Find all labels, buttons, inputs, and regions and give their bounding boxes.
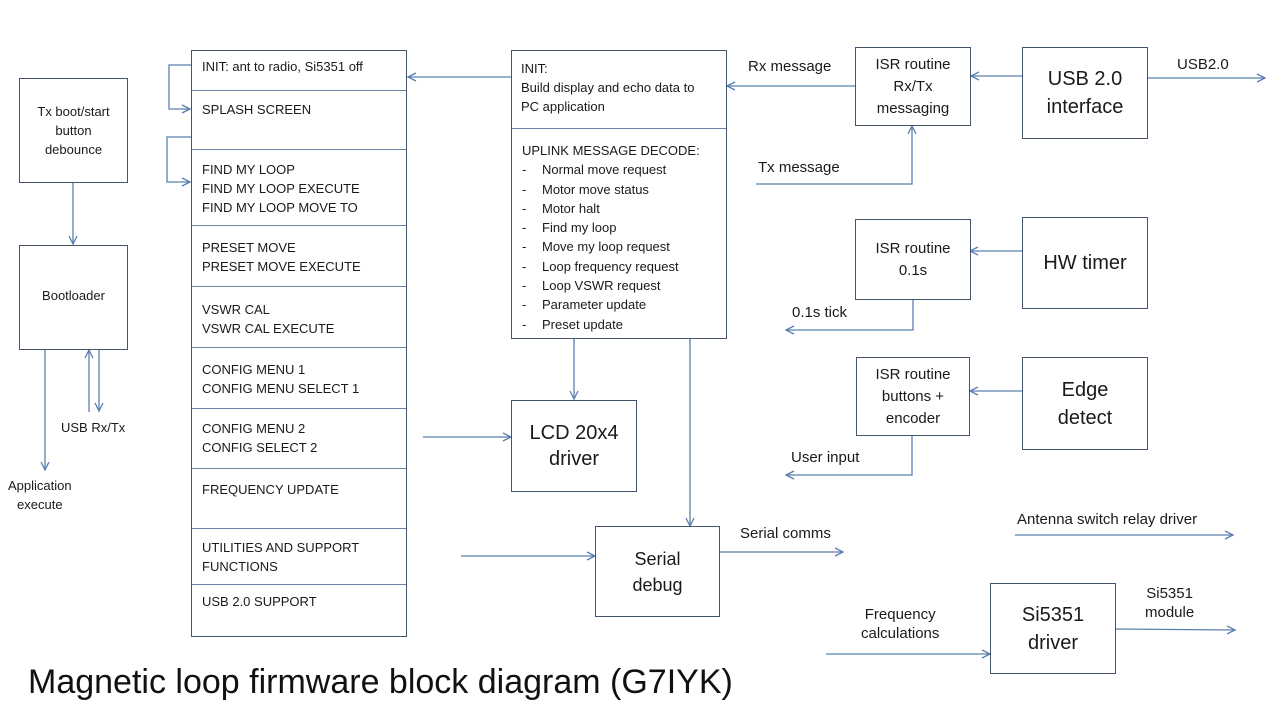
uplink-init-line-1: Build display and echo data to — [521, 80, 695, 95]
state-frequency-update: FREQUENCY UPDATE — [192, 468, 406, 528]
uplink-box: INIT: Build display and echo data to PC … — [511, 50, 727, 339]
frequency-line-2: calculations — [861, 625, 940, 642]
edge-line-1: Edge — [1061, 378, 1109, 401]
uplink-decode-title: UPLINK MESSAGE DECODE: — [522, 143, 700, 158]
bootloader-label: Bootloader — [42, 288, 105, 303]
state-splash-line: SPLASH SCREEN — [202, 102, 312, 117]
hw-timer-box: HW timer — [1022, 217, 1148, 309]
isr-buttons-line-3: encoder — [885, 409, 941, 427]
state-find-line-3: FIND MY LOOP MOVE TO — [202, 200, 358, 215]
state-preset-line-2: PRESET MOVE EXECUTE — [202, 259, 361, 274]
application-line-1: Application — [8, 478, 72, 493]
state-init-line: INIT: ant to radio, Si5351 off — [202, 59, 363, 74]
si5351-driver-box: Si5351 driver — [990, 583, 1116, 674]
application-line-2: execute — [17, 497, 63, 512]
lcd-line-1: LCD 20x4 — [529, 422, 619, 444]
state-utilities-line-1: UTILITIES AND SUPPORT — [202, 540, 360, 555]
isr-timer-line-1: ISR routine — [875, 239, 951, 257]
state-usb-line: USB 2.0 SUPPORT — [202, 594, 317, 609]
tick-label: 0.1s tick — [792, 304, 848, 321]
uplink-init-line-2: PC application — [521, 99, 605, 114]
edge-detect-box: Edge detect — [1022, 357, 1148, 450]
decode-item: - Move my loop request — [522, 239, 670, 255]
isr-rxtx-box: ISR routine Rx/Tx messaging — [855, 47, 971, 126]
frequency-calculations-label: Frequency calculations — [861, 605, 939, 643]
uplink-init-title: INIT: — [521, 61, 548, 76]
tx-boot-line-2: button — [55, 123, 92, 138]
arrow-splash-to-findloop — [166, 136, 191, 182]
state-usb-support: USB 2.0 SUPPORT — [192, 584, 406, 636]
bootloader-box: Bootloader — [19, 245, 128, 350]
isr-rxtx-line-3: messaging — [876, 99, 950, 117]
isr-timer-line-2: 0.1s — [898, 261, 928, 279]
state-vswr-line-1: VSWR CAL — [202, 302, 270, 317]
tx-boot-debounce-box: Tx boot/start button debounce — [19, 78, 128, 183]
usb-interface-line-2: interface — [1046, 96, 1124, 118]
arrow-si5351-module — [1115, 629, 1235, 630]
state-config2-line-2: CONFIG SELECT 2 — [202, 440, 318, 455]
state-utilities-line-2: FUNCTIONS — [202, 559, 278, 574]
state-preset-line-1: PRESET MOVE — [202, 240, 296, 255]
uplink-init-section: INIT: Build display and echo data to PC … — [512, 51, 726, 128]
tx-boot-line-1: Tx boot/start — [37, 104, 110, 119]
edge-line-2: detect — [1057, 406, 1113, 429]
serial-comms-label: Serial comms — [740, 525, 831, 542]
hw-timer-label: HW timer — [1043, 252, 1127, 274]
state-find-line-1: FIND MY LOOP — [202, 162, 295, 177]
user-input-label: User input — [791, 449, 860, 466]
state-config-menu-1: CONFIG MENU 1 CONFIG MENU SELECT 1 — [192, 347, 406, 408]
decode-item: - Preset update — [522, 316, 623, 332]
si5351-line-1: Si5351 — [1021, 603, 1085, 626]
state-find-line-2: FIND MY LOOP EXECUTE — [202, 181, 360, 196]
state-splash: SPLASH SCREEN — [192, 90, 406, 149]
decode-item: - Find my loop — [522, 220, 617, 236]
isr-timer-box: ISR routine 0.1s — [855, 219, 971, 300]
state-vswr-cal: VSWR CAL VSWR CAL EXECUTE — [192, 286, 406, 347]
state-find-my-loop: FIND MY LOOP FIND MY LOOP EXECUTE FIND M… — [192, 149, 406, 225]
state-utilities: UTILITIES AND SUPPORT FUNCTIONS — [192, 528, 406, 584]
state-init: INIT: ant to radio, Si5351 off — [192, 51, 406, 90]
decode-item: - Parameter update — [522, 297, 647, 313]
si5351-line-2: driver — [1027, 631, 1078, 654]
serial-line-1: Serial — [634, 548, 681, 569]
usb20-label: USB2.0 — [1177, 56, 1229, 73]
isr-rxtx-line-1: ISR routine — [875, 55, 951, 73]
lcd-driver-box: LCD 20x4 driver — [511, 400, 637, 492]
state-config1-line-2: CONFIG MENU SELECT 1 — [202, 381, 360, 396]
application-execute-label: Application execute — [8, 476, 72, 514]
state-vswr-line-2: VSWR CAL EXECUTE — [202, 321, 335, 336]
decode-item: - Loop frequency request — [522, 258, 679, 274]
isr-buttons-box: ISR routine buttons + encoder — [856, 357, 970, 436]
isr-rxtx-line-2: Rx/Tx — [893, 77, 933, 95]
isr-buttons-line-1: ISR routine — [875, 365, 951, 383]
rx-message-label: Rx message — [748, 58, 832, 75]
usb-interface-box: USB 2.0 interface — [1022, 47, 1148, 139]
state-machine-box: INIT: ant to radio, Si5351 off SPLASH SC… — [191, 50, 407, 637]
si5351-module-label: Si5351 module — [1145, 584, 1194, 622]
state-config1-line-1: CONFIG MENU 1 — [202, 362, 306, 377]
tx-message-label: Tx message — [758, 159, 840, 176]
isr-buttons-line-2: buttons + — [881, 387, 945, 405]
serial-line-2: debug — [632, 574, 683, 595]
decode-item: - Motor halt — [522, 200, 600, 216]
state-frequency-line: FREQUENCY UPDATE — [202, 482, 339, 497]
serial-debug-box: Serial debug — [595, 526, 720, 617]
frequency-line-1: Frequency — [864, 606, 936, 623]
decode-item: - Motor move status — [522, 181, 649, 197]
state-config2-line-1: CONFIG MENU 2 — [202, 421, 306, 436]
tx-boot-line-3: debounce — [44, 142, 103, 157]
module-line-1: Si5351 — [1146, 585, 1193, 602]
uplink-decode-section: UPLINK MESSAGE DECODE: - Normal move requ… — [512, 128, 726, 338]
module-line-2: module — [1145, 604, 1195, 621]
decode-item: - Loop VSWR request — [522, 278, 661, 294]
arrow-init-to-splash — [168, 64, 191, 109]
state-preset-move: PRESET MOVE PRESET MOVE EXECUTE — [192, 225, 406, 286]
decode-item: - Normal move request — [522, 162, 667, 178]
usb-interface-line-1: USB 2.0 — [1047, 68, 1123, 90]
usb-rx-tx-label: USB Rx/Tx — [61, 420, 126, 435]
state-config-menu-2: CONFIG MENU 2 CONFIG SELECT 2 — [192, 408, 406, 468]
lcd-line-2: driver — [548, 448, 599, 470]
diagram-title: Magnetic loop firmware block diagram (G7… — [28, 663, 733, 701]
antenna-relay-label: Antenna switch relay driver — [1017, 511, 1198, 528]
